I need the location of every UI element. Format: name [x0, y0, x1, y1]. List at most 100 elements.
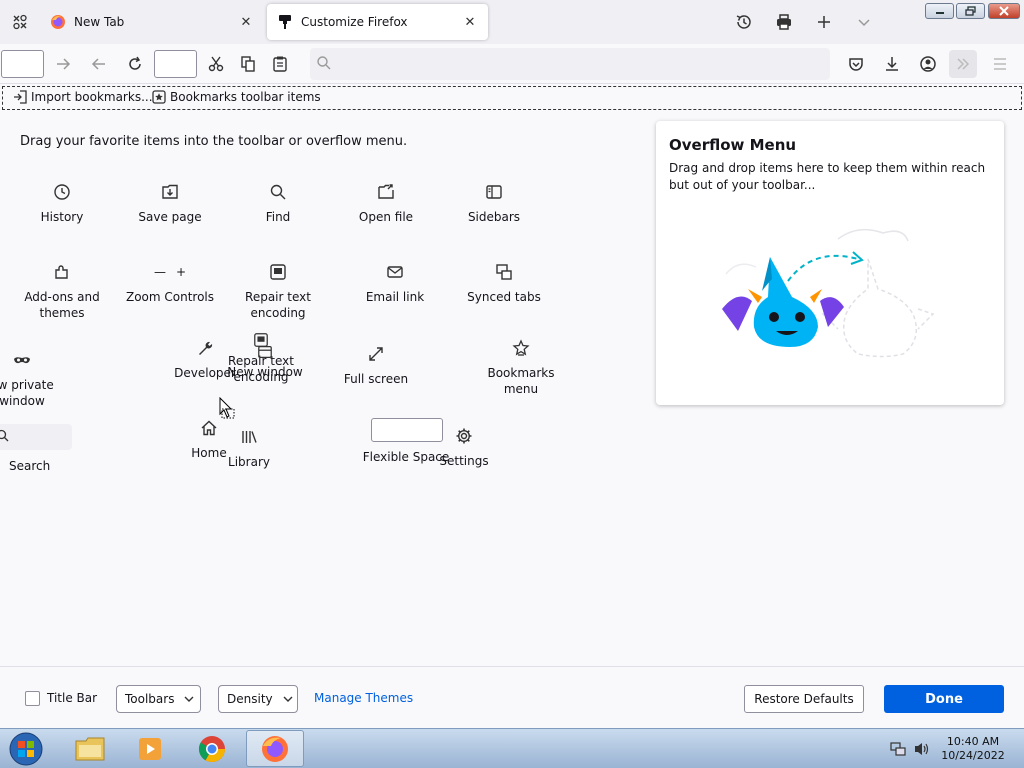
toolbars-dropdown-label: Toolbars: [125, 692, 175, 706]
mouse-cursor-icon: [219, 397, 237, 421]
close-window-button[interactable]: [988, 3, 1020, 19]
encoding-icon: [268, 262, 288, 282]
palette-item-settings[interactable]: Settings: [414, 426, 514, 469]
back-arrow-icon[interactable]: [89, 54, 109, 74]
density-dropdown[interactable]: Density: [218, 685, 298, 713]
paintbrush-icon: [277, 14, 293, 30]
palette-item-label: Repair text encoding: [245, 290, 311, 320]
palette-item-new-window[interactable]: New window: [215, 342, 315, 380]
url-bar[interactable]: [310, 48, 830, 80]
palette-item-label: Add-ons and themes: [24, 290, 100, 320]
palette-item-addons[interactable]: Add-ons and themes: [12, 262, 112, 321]
palette-item-sidebars[interactable]: Sidebars: [444, 182, 544, 225]
palette-item-label: Sidebars: [467, 210, 521, 224]
chrome-icon[interactable]: [184, 730, 240, 767]
network-icon[interactable]: [890, 741, 906, 757]
palette-item-label: History: [40, 210, 84, 224]
palette-item-repair-encoding[interactable]: Repair text encoding: [228, 262, 328, 321]
palette-item-label: Open file: [358, 210, 414, 224]
palette-item-history[interactable]: History: [12, 182, 112, 225]
palette-item-label: Search: [9, 459, 51, 473]
history-icon[interactable]: [734, 12, 754, 32]
palette-item-label: Zoom Controls: [125, 290, 215, 304]
toolbars-dropdown[interactable]: Toolbars: [116, 685, 201, 713]
zoom-controls-icon: — +: [140, 262, 200, 282]
tab-title: Customize Firefox: [301, 15, 408, 29]
bookmarks-menu-icon: [511, 338, 531, 358]
tab-title: New Tab: [74, 15, 125, 29]
paste-icon[interactable]: [270, 54, 290, 74]
pocket-icon[interactable]: [846, 54, 866, 74]
copy-icon[interactable]: [238, 54, 258, 74]
tab-strip: New Tab ✕ Customize Firefox ✕: [0, 0, 1024, 44]
new-tab-icon[interactable]: [814, 12, 834, 32]
list-all-tabs-icon[interactable]: [10, 12, 30, 32]
overflow-chevron-icon[interactable]: [949, 50, 977, 78]
palette-item-library[interactable]: Library: [199, 427, 299, 470]
palette-item-label: Email link: [365, 290, 425, 304]
close-tab-icon[interactable]: ✕: [238, 14, 254, 30]
flexible-space-placeholder[interactable]: [154, 50, 197, 78]
tab-new-tab[interactable]: New Tab ✕: [40, 4, 264, 40]
cut-icon[interactable]: [206, 54, 226, 74]
clock-icon: [52, 182, 72, 202]
palette-item-label: Bookmarks menu: [487, 366, 555, 396]
sidebar-icon: [484, 182, 504, 202]
flexible-space-placeholder[interactable]: [1, 50, 44, 78]
palette-item-label: Synced tabs: [467, 290, 541, 304]
done-button[interactable]: Done: [884, 685, 1004, 713]
account-icon[interactable]: [918, 54, 938, 74]
hamburger-menu-icon[interactable]: [990, 54, 1010, 74]
restore-defaults-button[interactable]: Restore Defaults: [744, 685, 864, 713]
chevron-down-icon[interactable]: [854, 12, 874, 32]
palette-item-synced-tabs[interactable]: Synced tabs: [454, 262, 554, 305]
tab-customize-firefox[interactable]: Customize Firefox ✕: [267, 4, 488, 40]
palette-item-search[interactable]: Search: [0, 424, 76, 474]
puzzle-icon: [52, 262, 72, 282]
search-field-placeholder: [0, 424, 72, 450]
search-icon: [0, 429, 10, 443]
file-explorer-icon[interactable]: [62, 730, 118, 767]
forward-arrow-icon[interactable]: [53, 54, 73, 74]
start-button[interactable]: [6, 730, 46, 768]
firefox-icon: [50, 14, 66, 30]
gear-icon: [454, 426, 474, 446]
downloads-icon[interactable]: [882, 54, 902, 74]
palette-item-bookmarks-menu[interactable]: Bookmarks menu: [471, 338, 571, 397]
palette-item-label: Settings: [439, 454, 489, 468]
palette-item-private-window[interactable]: ew private window: [0, 350, 72, 409]
media-player-icon[interactable]: [122, 730, 178, 767]
overflow-menu-description: Drag and drop items here to keep them wi…: [669, 161, 986, 192]
minimize-button[interactable]: [925, 3, 954, 19]
palette-item-email-link[interactable]: Email link: [345, 262, 445, 305]
zoom-out-icon: —: [153, 265, 166, 279]
palette-item-zoom-controls[interactable]: — + Zoom Controls: [120, 262, 220, 305]
palette-item-open-file[interactable]: Open file: [336, 182, 436, 225]
bookmarks-toolbar-items[interactable]: Bookmarks toolbar items: [152, 90, 321, 104]
overflow-menu-panel[interactable]: Overflow Menu Drag and drop items here t…: [656, 121, 1004, 405]
restore-window-button[interactable]: [956, 3, 985, 19]
chevron-down-icon: [273, 696, 293, 702]
import-icon: [13, 90, 31, 104]
firefox-taskbar-icon[interactable]: [246, 730, 304, 767]
title-bar-checkbox[interactable]: [25, 691, 40, 706]
import-bookmarks-button[interactable]: Import bookmarks...: [13, 90, 153, 104]
import-bookmarks-label: Import bookmarks...: [31, 90, 153, 104]
new-window-icon: [255, 342, 275, 362]
bookmark-star-icon: [152, 90, 170, 104]
find-icon: [268, 182, 288, 202]
print-icon[interactable]: [774, 12, 794, 32]
manage-themes-link[interactable]: Manage Themes: [314, 691, 413, 705]
palette-item-full-screen[interactable]: Full screen: [326, 344, 426, 387]
system-clock[interactable]: 10:40 AM 10/24/2022: [938, 735, 1008, 763]
reload-icon[interactable]: [125, 54, 145, 74]
density-dropdown-label: Density: [227, 692, 273, 706]
palette-item-find[interactable]: Find: [228, 182, 328, 225]
zoom-in-icon: +: [175, 265, 187, 279]
private-mask-icon: [12, 350, 32, 370]
palette-item-save-page[interactable]: Save page: [120, 182, 220, 225]
clock-time: 10:40 AM: [946, 735, 1000, 748]
volume-icon[interactable]: [913, 741, 931, 757]
overflow-menu-title: Overflow Menu: [669, 136, 797, 154]
close-tab-icon[interactable]: ✕: [462, 14, 478, 30]
